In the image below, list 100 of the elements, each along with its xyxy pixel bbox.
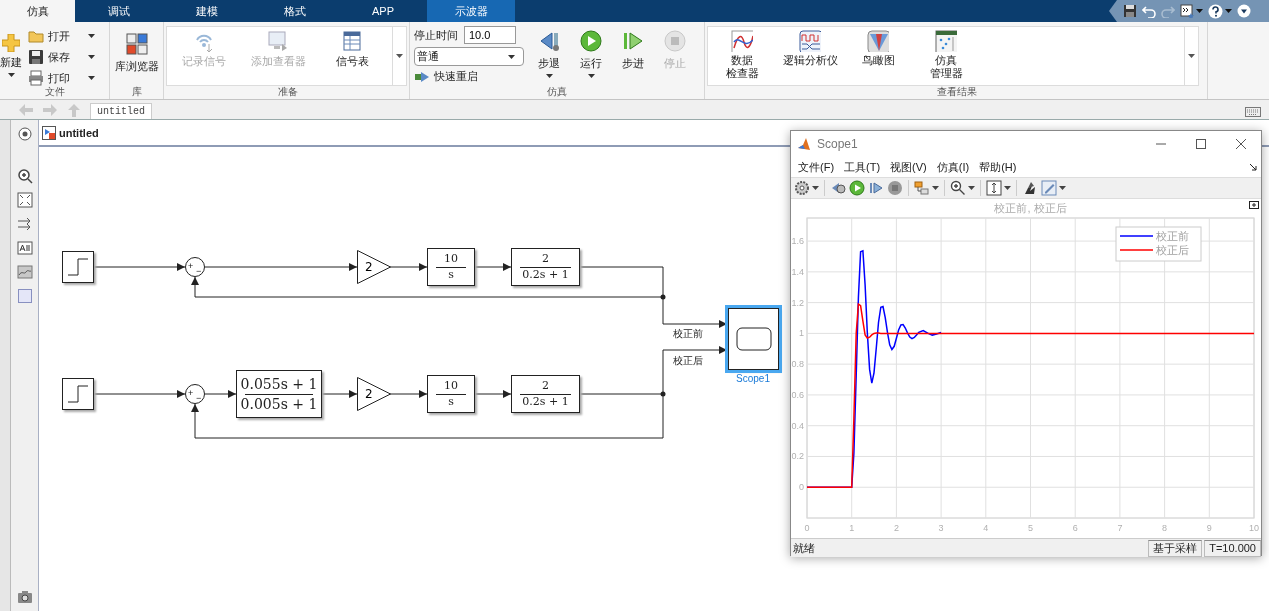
ribbon-tab[interactable]: 调试 [75, 0, 163, 22]
area-icon[interactable] [16, 288, 33, 304]
square-wave-icon [799, 30, 821, 52]
group-title: 库 [130, 85, 143, 99]
step-back-icon[interactable] [830, 180, 846, 196]
camera-icon[interactable] [16, 589, 33, 605]
gear-button[interactable] [794, 180, 819, 196]
transfer-function-block: 2 0.2s + 1 [511, 375, 580, 413]
sum-block: + − [185, 257, 205, 277]
tick-label: 1.4 [791, 266, 804, 277]
caret-icon [88, 55, 95, 59]
caret-icon [1004, 186, 1011, 190]
text-annotation-icon[interactable] [16, 240, 33, 256]
new-button[interactable]: 新建 [0, 26, 22, 77]
group-title: 仿真 [546, 85, 568, 99]
signal-select-button[interactable] [914, 180, 939, 196]
tick-label: 3 [938, 523, 944, 533]
fan-icon [867, 30, 889, 52]
pen-icon [1041, 180, 1057, 196]
group-title: 准备 [276, 85, 299, 99]
tick-label: 10 [1249, 523, 1259, 533]
caret-icon [508, 54, 515, 59]
print-button[interactable]: 打印 [28, 68, 95, 88]
fast-restart-button[interactable]: 快速重启 [414, 69, 524, 84]
signal-table-button[interactable]: 信号表 [315, 27, 389, 85]
simulation-manager-button[interactable]: 仿真 管理器 [912, 27, 980, 85]
ribbon-tab[interactable]: 仿真 [0, 0, 75, 22]
button-label: 管理器 [929, 67, 963, 80]
signal-line [474, 263, 512, 271]
app-logo-icon [797, 137, 811, 151]
data-inspector-button[interactable]: 数据 检查器 [708, 27, 776, 85]
ribbon-tab[interactable]: APP [339, 0, 427, 22]
save-button[interactable]: 保存 [28, 47, 95, 67]
caret-icon [932, 186, 939, 190]
caret-icon [1059, 186, 1066, 190]
model-tab[interactable]: untitled [90, 103, 152, 119]
menu-item[interactable]: 帮助(H) [974, 159, 1022, 175]
tick-label: 0.6 [791, 389, 804, 400]
undo-icon[interactable] [1142, 4, 1156, 18]
mode-dropdown[interactable]: 普通 [414, 47, 524, 66]
tick-label: 0 [804, 523, 810, 533]
menu-item[interactable]: 工具(T) [839, 159, 886, 175]
caret-icon [587, 74, 595, 78]
signal-label: 校正后 [673, 354, 703, 368]
birds-eye-button[interactable]: 鸟瞰图 [844, 27, 912, 85]
stop-time-field[interactable]: 10.0 [464, 26, 516, 44]
open-button[interactable]: 打开 [28, 26, 95, 46]
menu-item[interactable]: 文件(F) [793, 159, 840, 175]
gain-block: 2 [357, 250, 391, 284]
ribbon-tab[interactable]: 示波器 [427, 0, 515, 22]
step-back-button[interactable]: 步退 [528, 24, 570, 78]
target-icon[interactable] [16, 126, 33, 142]
pen-button[interactable] [1041, 180, 1066, 196]
caret-icon [968, 186, 975, 190]
help-button[interactable] [1208, 3, 1232, 19]
fit-view-button[interactable] [986, 180, 1011, 196]
tick-label: 5 [1028, 523, 1033, 533]
menu-item[interactable]: 视图(V) [885, 159, 932, 175]
zoom-icon[interactable] [16, 168, 33, 184]
step-forward-button[interactable]: 步进 [612, 24, 654, 70]
breadcrumb[interactable]: untitled [59, 126, 99, 139]
ribbon-tab[interactable]: 格式 [251, 0, 339, 22]
status-text: 就绪 [792, 540, 815, 556]
button-label: 库浏览器 [114, 60, 159, 73]
keyboard-icon[interactable] [1245, 107, 1261, 117]
chart-title: 校正前, 校正后 [994, 202, 1067, 214]
signal-label: 校正前 [673, 327, 703, 341]
logic-analyzer-button[interactable]: 逻辑分析仪 [776, 27, 844, 85]
run-icon[interactable] [849, 180, 865, 196]
corner-arrow-icon[interactable] [1249, 163, 1257, 171]
chart-icon [731, 30, 753, 52]
menu-item[interactable]: 仿真(I) [931, 159, 975, 175]
tick-label: 0.2 [791, 451, 804, 462]
caret-icon [545, 74, 553, 78]
status-field: 基于采样 [1148, 539, 1203, 557]
double-arrow-icon[interactable] [16, 216, 33, 232]
shortcut-button[interactable] [1180, 4, 1203, 18]
library-browser-button[interactable]: 库浏览器 [110, 26, 163, 73]
undock-icon[interactable] [1249, 201, 1259, 209]
question-icon [1208, 3, 1223, 19]
grid-icon [935, 30, 957, 52]
transfer-function-block: 10 s [427, 248, 475, 286]
caret-icon [88, 34, 95, 38]
stop-time-label: 停止时间 [414, 27, 458, 43]
chevron-down-icon[interactable] [1237, 4, 1251, 18]
ribbon-tab[interactable]: 建模 [163, 0, 251, 22]
stop-icon[interactable] [887, 180, 903, 196]
step-forward-icon [622, 30, 644, 52]
branch-point [660, 294, 666, 300]
step-forward-icon[interactable] [868, 180, 884, 196]
fit-view-icon[interactable] [16, 192, 33, 208]
image-icon[interactable] [16, 264, 33, 280]
caret-icon [812, 186, 819, 190]
shortcut-icon [1180, 4, 1194, 18]
group-title: 查看结果 [936, 85, 978, 99]
zoom-button[interactable] [950, 180, 975, 196]
caret-icon [7, 73, 15, 77]
tick-label: 7 [1117, 523, 1123, 533]
run-button[interactable]: 运行 [570, 24, 612, 78]
tick-label: 6 [1072, 523, 1078, 533]
